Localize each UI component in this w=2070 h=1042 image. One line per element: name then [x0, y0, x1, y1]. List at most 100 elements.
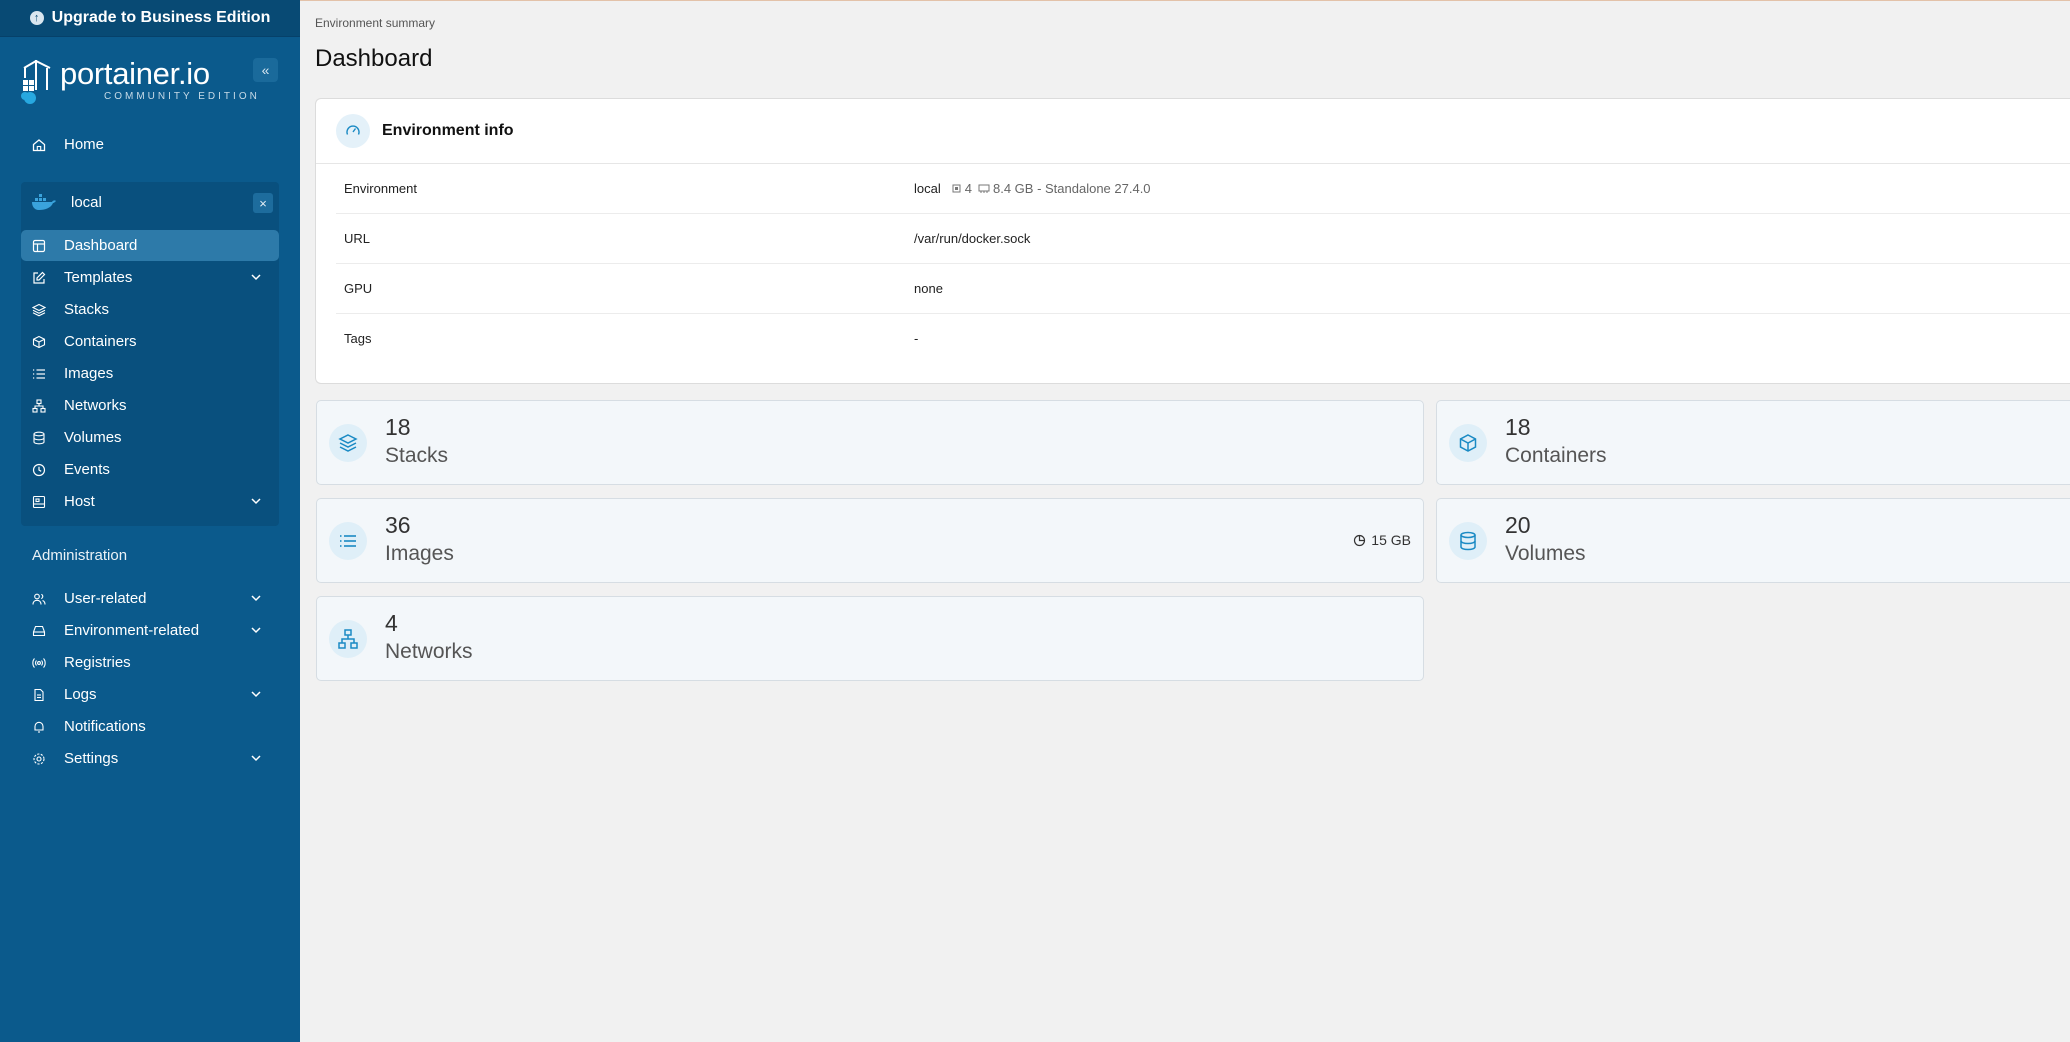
sidebar-item-registries[interactable]: Registries — [21, 647, 279, 678]
sidebar-item-user-related[interactable]: User-related — [21, 583, 279, 614]
clock-icon — [31, 462, 47, 478]
environment-info-title: Environment info — [382, 122, 514, 139]
volumes-card[interactable]: 20 Volumes — [1436, 498, 2070, 583]
top-border — [300, 0, 2070, 1]
upgrade-label: Upgrade to Business Edition — [51, 9, 271, 26]
gauge-icon — [336, 114, 370, 148]
containers-card[interactable]: 18 Containers — [1436, 400, 2070, 485]
networks-count: 4 — [385, 610, 398, 636]
images-size: 15 GB — [1353, 532, 1411, 548]
database-icon — [31, 430, 47, 446]
sidebar-item-label: Templates — [64, 269, 133, 286]
network-icon — [329, 620, 367, 658]
chevrons-left-icon: « — [261, 62, 270, 78]
env-row-value: - — [914, 331, 919, 346]
users-icon — [31, 591, 47, 607]
env-row-environment: Environment local 4 8.4 GB - Standalone … — [336, 164, 2070, 214]
administration-heading: Administration — [32, 547, 128, 564]
stacks-label: Stacks — [385, 444, 449, 467]
chevron-down-icon — [251, 755, 261, 762]
logo[interactable]: portainer.io COMMUNITY EDITION « — [20, 54, 278, 108]
environment-name-value: local — [914, 181, 941, 196]
sidebar-item-stacks[interactable]: Stacks — [21, 294, 279, 325]
bell-icon — [31, 719, 47, 735]
images-label: Images — [385, 542, 454, 565]
sidebar-item-label: Home — [64, 136, 105, 153]
sidebar-item-label: Volumes — [64, 429, 122, 446]
sidebar-item-images[interactable]: Images — [21, 358, 279, 389]
environment-header[interactable]: local × — [21, 182, 279, 222]
upgrade-button[interactable]: ↑ Upgrade to Business Edition — [0, 0, 300, 37]
home-icon — [31, 137, 47, 153]
volumes-label: Volumes — [1505, 542, 1586, 565]
sidebar-item-settings[interactable]: Settings — [21, 743, 279, 774]
sidebar-item-networks[interactable]: Networks — [21, 390, 279, 421]
env-row-value: none — [914, 281, 943, 296]
box-icon — [1449, 424, 1487, 462]
page-title: Dashboard — [315, 45, 433, 72]
file-icon — [31, 687, 47, 703]
sidebar-item-templates[interactable]: Templates — [21, 262, 279, 293]
sidebar-item-events[interactable]: Events — [21, 454, 279, 485]
stacks-count: 18 — [385, 414, 411, 440]
env-row-key: GPU — [344, 281, 373, 296]
env-row-value: /var/run/docker.sock — [914, 231, 1031, 246]
sidebar-item-label: Notifications — [64, 718, 146, 735]
sidebar-item-notifications[interactable]: Notifications — [21, 711, 279, 742]
environment-info-header: Environment info — [316, 99, 2070, 164]
stacks-card[interactable]: 18 Stacks — [316, 400, 1424, 485]
hard-drive-icon — [31, 623, 47, 639]
cpu-icon — [952, 184, 961, 193]
sidebar-item-label: Events — [64, 461, 110, 478]
sidebar-item-label: Stacks — [64, 301, 110, 318]
sidebar-item-containers[interactable]: Containers — [21, 326, 279, 357]
radio-icon — [31, 655, 47, 671]
environment-name: local — [71, 193, 102, 211]
memory-and-version: 8.4 GB - Standalone 27.4.0 — [992, 181, 1151, 196]
sidebar-item-host[interactable]: Host — [21, 486, 279, 517]
containers-count: 18 — [1505, 414, 1531, 440]
cpu-count: 4 — [964, 181, 972, 196]
env-row-key: Environment — [344, 181, 417, 196]
sidebar-item-home[interactable]: Home — [21, 129, 279, 160]
chevron-down-icon — [251, 691, 261, 698]
sidebar: ↑ Upgrade to Business Edition portainer.… — [0, 0, 300, 1042]
images-count: 36 — [385, 512, 411, 538]
sidebar-item-volumes[interactable]: Volumes — [21, 422, 279, 453]
sidebar-item-label: Settings — [64, 750, 119, 767]
layers-icon — [31, 302, 47, 318]
env-row-url: URL /var/run/docker.sock — [336, 214, 2070, 264]
env-row-key: Tags — [344, 331, 372, 346]
collapse-sidebar-button[interactable]: « — [253, 58, 278, 82]
containers-label: Containers — [1505, 444, 1607, 467]
env-row-tags: Tags - — [336, 314, 2070, 364]
sidebar-item-logs[interactable]: Logs — [21, 679, 279, 710]
chevron-down-icon — [251, 274, 261, 281]
host-icon — [31, 494, 47, 510]
sidebar-item-label: Networks — [64, 397, 127, 414]
list-icon — [31, 366, 47, 382]
env-row-key: URL — [344, 231, 371, 246]
env-row-gpu: GPU none — [336, 264, 2070, 314]
images-card[interactable]: 36 Images 15 GB — [316, 498, 1424, 583]
images-size-value: 15 GB — [1371, 532, 1411, 548]
chevron-down-icon — [251, 595, 261, 602]
sidebar-item-dashboard[interactable]: Dashboard — [21, 230, 279, 261]
sidebar-item-label: Dashboard — [64, 237, 138, 254]
sidebar-item-label: Containers — [64, 333, 137, 350]
networks-card[interactable]: 4 Networks — [316, 596, 1424, 681]
sidebar-item-label: Images — [64, 365, 114, 382]
sidebar-item-label: Registries — [64, 654, 131, 671]
box-icon — [31, 334, 47, 350]
arrow-up-circle-icon: ↑ — [29, 11, 44, 25]
env-row-value: local 4 8.4 GB - Standalone 27.4.0 — [914, 181, 1151, 196]
sidebar-item-environment-related[interactable]: Environment-related — [21, 615, 279, 646]
sidebar-item-label: Host — [64, 493, 95, 510]
list-icon — [329, 522, 367, 560]
volumes-count: 20 — [1505, 512, 1531, 538]
gear-icon — [31, 751, 47, 767]
layout-icon — [31, 238, 47, 254]
clear-environment-button[interactable]: × — [253, 193, 273, 213]
portainer-logo-icon — [21, 59, 51, 104]
docker-icon — [32, 194, 56, 210]
